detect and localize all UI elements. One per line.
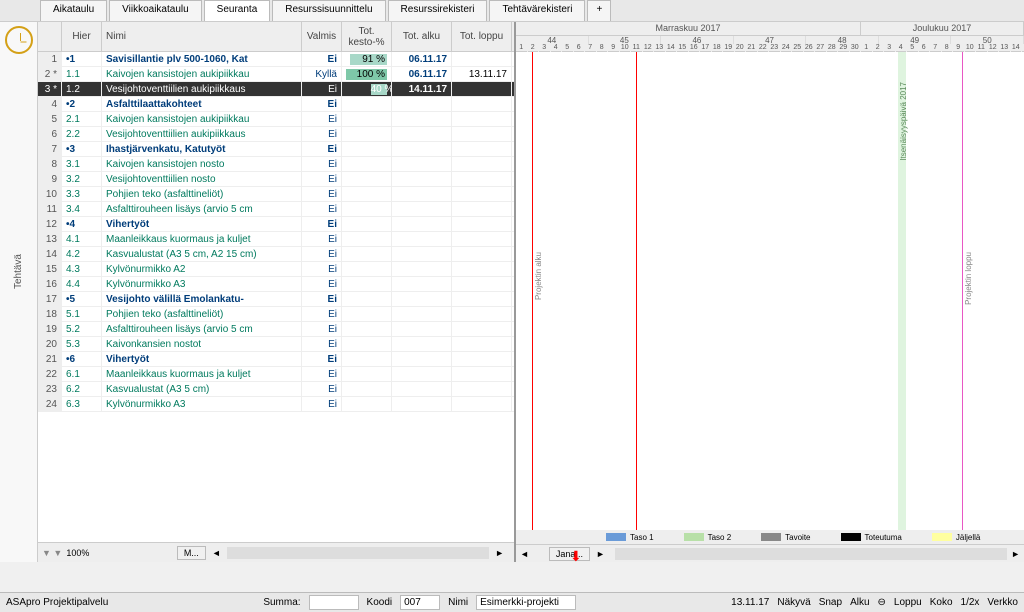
table-row[interactable]: 52.1Kaivojen kansistojen aukipiikkauEi: [38, 112, 514, 127]
project-end-line: [962, 52, 963, 542]
table-row[interactable]: 113.4Asfalttirouheen lisäys (arvio 5 cmE…: [38, 202, 514, 217]
tab-bar: Aikataulu Viikkoaikataulu Seuranta Resur…: [0, 0, 1024, 22]
table-row[interactable]: 21•6VihertyötEi: [38, 352, 514, 367]
tab-tehtavarekisteri[interactable]: Tehtävärekisteri: [489, 0, 585, 21]
holiday-label: Itsenäisyyspäivä 2017: [899, 82, 908, 161]
gantt-body[interactable]: Projektin alku Itsenäisyyspäivä 2017 Pro…: [516, 52, 1024, 542]
vlabel-tehtava: Tehtävä: [13, 254, 24, 289]
project-start-line: [532, 52, 533, 542]
table-row[interactable]: 4•2AsfalttilaattakohteetEi: [38, 97, 514, 112]
nimi-input[interactable]: [476, 595, 576, 610]
table-row[interactable]: 83.1Kaivojen kansistojen nostoEi: [38, 157, 514, 172]
table-row[interactable]: 185.1Pohjien teko (asfalttineliöt)Ei: [38, 307, 514, 322]
table-row[interactable]: 12•4VihertyötEi: [38, 217, 514, 232]
table-header: Hier Nimi Valmis Tot. kesto-% Tot. alku …: [38, 22, 514, 52]
tab-add[interactable]: +: [587, 0, 611, 21]
tab-resurssirekisteri[interactable]: Resurssirekisteri: [388, 0, 488, 21]
table-row[interactable]: 154.3Kylvönurmikko A2Ei: [38, 262, 514, 277]
table-row[interactable]: 164.4Kylvönurmikko A3Ei: [38, 277, 514, 292]
table-row[interactable]: 103.3Pohjien teko (asfalttineliöt)Ei: [38, 187, 514, 202]
scroll-right-icon[interactable]: ►: [1011, 549, 1020, 559]
today-line: [636, 52, 637, 542]
red-arrow-icon: ⬇: [570, 548, 582, 562]
summa-input[interactable]: [309, 595, 359, 610]
project-start-label: Projektin alku: [534, 252, 543, 300]
tab-aikataulu[interactable]: Aikataulu: [40, 0, 107, 21]
loppu-btn[interactable]: Loppu: [894, 597, 922, 608]
table-row[interactable]: 195.2Asfalttirouheen lisäys (arvio 5 cmE…: [38, 322, 514, 337]
date-label: 13.11.17: [731, 597, 769, 608]
tab-resurssisuunnittelu[interactable]: Resurssisuunnittelu: [272, 0, 385, 21]
table-row[interactable]: 205.3Kaivonkansien nostotEi: [38, 337, 514, 352]
koodi-input[interactable]: [400, 595, 440, 610]
col-valmis[interactable]: Valmis: [302, 22, 342, 51]
tab-viikkoaikataulu[interactable]: Viikkoaikataulu: [109, 0, 202, 21]
gantt-legend: Taso 1 Taso 2 Tavoite Toteutuma Jäljellä: [516, 530, 1024, 544]
gantt-header: Marraskuu 2017 Joulukuu 2017 44454647484…: [516, 22, 1024, 52]
nimi-label: Nimi: [448, 597, 468, 608]
col-loppu[interactable]: Tot. loppu: [452, 22, 512, 51]
table-row[interactable]: 144.2Kasvualustat (A3 5 cm, A2 15 cm)Ei: [38, 247, 514, 262]
app-name: ASApro Projektipalvelu: [6, 597, 108, 608]
project-end-label: Projektin loppu: [964, 252, 973, 305]
table-row[interactable]: 1•1Savisillantie plv 500-1060, KatEi91 %…: [38, 52, 514, 67]
zoom-out-icon[interactable]: ⊖: [878, 597, 886, 608]
col-hier[interactable]: Hier: [62, 22, 102, 51]
table-row[interactable]: 134.1Maanleikkaus kuormaus ja kuljetEi: [38, 232, 514, 247]
alku-btn[interactable]: Alku: [850, 597, 869, 608]
scroll-left-icon[interactable]: ◄: [520, 549, 529, 559]
table-row[interactable]: 2 *1.1Kaivojen kansistojen aukipiikkauKy…: [38, 67, 514, 82]
clock-icon: [5, 26, 33, 54]
scroll-left-icon[interactable]: ◄: [212, 548, 221, 558]
table-row[interactable]: 226.1Maanleikkaus kuormaus ja kuljetEi: [38, 367, 514, 382]
summa-label: Summa:: [263, 597, 300, 608]
half-btn[interactable]: 1/2x: [961, 597, 980, 608]
gantt-panel: Marraskuu 2017 Joulukuu 2017 44454647484…: [516, 22, 1024, 562]
scroll-right-icon[interactable]: ►: [596, 549, 605, 559]
snap-btn[interactable]: Snap: [819, 597, 842, 608]
clock-sidebar: Tehtävä: [0, 22, 38, 562]
table-row[interactable]: 236.2Kasvualustat (A3 5 cm)Ei: [38, 382, 514, 397]
col-kesto[interactable]: Tot. kesto-%: [342, 22, 392, 51]
gantt-footer: ◄ Jana... ► ► ⬇: [516, 544, 1024, 562]
nakyva-btn[interactable]: Näkyvä: [777, 597, 810, 608]
koodi-label: Koodi: [367, 597, 393, 608]
footer-tab-m[interactable]: M...: [177, 546, 206, 560]
scroll-right-icon[interactable]: ►: [495, 548, 504, 558]
table-row[interactable]: 246.3Kylvönurmikko A3Ei: [38, 397, 514, 412]
table-row[interactable]: 3 *1.2Vesijohtoventtiilien aukipiikkausE…: [38, 82, 514, 97]
koko-btn[interactable]: Koko: [930, 597, 953, 608]
col-nimi[interactable]: Nimi: [102, 22, 302, 51]
zoom-pct: 100%: [66, 548, 89, 558]
table-row[interactable]: 17•5Vesijohto välillä Emolankatu-Ei: [38, 292, 514, 307]
month-marraskuu: Marraskuu 2017: [516, 22, 861, 35]
statusbar: ASApro Projektipalvelu Summa: Koodi Nimi…: [0, 592, 1024, 612]
tab-seuranta[interactable]: Seuranta: [204, 0, 271, 21]
task-table: Hier Nimi Valmis Tot. kesto-% Tot. alku …: [38, 22, 516, 562]
month-joulukuu: Joulukuu 2017: [861, 22, 1024, 35]
table-row[interactable]: 7•3Ihastjärvenkatu, KatutyötEi: [38, 142, 514, 157]
verkko-btn[interactable]: Verkko: [987, 597, 1018, 608]
table-row[interactable]: 62.2Vesijohtoventtiilien aukipiikkausEi: [38, 127, 514, 142]
col-alku[interactable]: Tot. alku: [392, 22, 452, 51]
table-body: 1•1Savisillantie plv 500-1060, KatEi91 %…: [38, 52, 514, 542]
table-row[interactable]: 93.2Vesijohtoventtiilien nostoEi: [38, 172, 514, 187]
left-footer: ▼ ▼ 100% M... ◄ ►: [38, 542, 514, 562]
